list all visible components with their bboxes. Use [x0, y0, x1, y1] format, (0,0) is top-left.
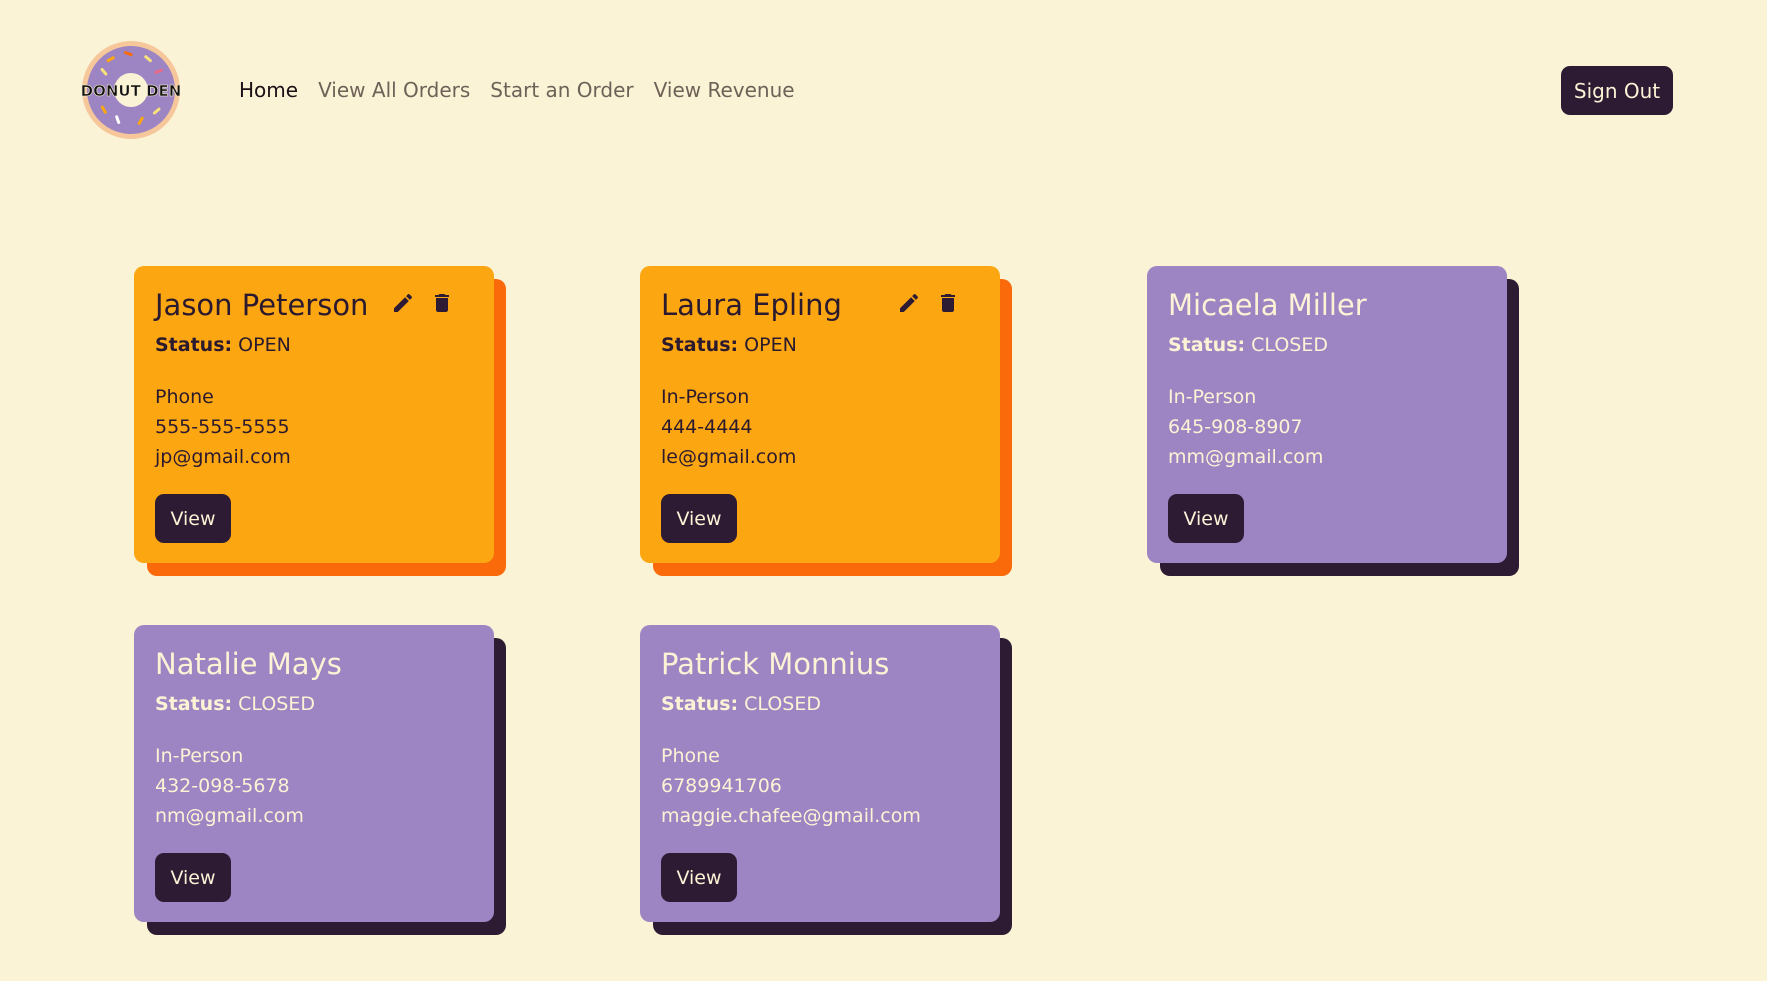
customer-email: maggie.chafee@gmail.com — [661, 805, 921, 827]
nav-view-revenue[interactable]: View Revenue — [654, 78, 795, 102]
order-card: Jason Peterson Status: OPEN Phone 555-55… — [134, 266, 506, 576]
customer-name: Laura Epling — [661, 288, 842, 322]
trash-icon[interactable] — [936, 291, 960, 315]
customer-name: Patrick Monnius — [661, 647, 890, 681]
customer-phone: 555-555-5555 — [155, 416, 290, 438]
order-type: Phone — [661, 745, 720, 767]
order-card-body: Patrick Monnius Status: CLOSED Phone 678… — [640, 625, 1000, 922]
order-info: Phone 555-555-5555 jp@gmail.com — [155, 382, 473, 472]
order-card: Micaela Miller Status: CLOSED In-Person … — [1147, 266, 1519, 576]
view-button[interactable]: View — [661, 853, 737, 902]
order-type: Phone — [155, 386, 214, 408]
status-label: Status: — [155, 693, 233, 715]
customer-name: Micaela Miller — [1168, 288, 1367, 322]
order-card-body: Micaela Miller Status: CLOSED In-Person … — [1147, 266, 1507, 563]
nav-home[interactable]: Home — [239, 78, 298, 102]
donut-den-logo[interactable]: DONUT DEN — [78, 40, 184, 140]
customer-phone: 645-908-8907 — [1168, 416, 1303, 438]
navbar: DONUT DEN Home View All Orders Start an … — [0, 0, 1767, 180]
status-value: CLOSED — [744, 693, 821, 715]
customer-name: Jason Peterson — [155, 288, 369, 322]
order-info: Phone 6789941706 maggie.chafee@gmail.com — [661, 741, 979, 831]
view-button[interactable]: View — [661, 494, 737, 543]
status-value: CLOSED — [1251, 334, 1328, 356]
view-button[interactable]: View — [155, 853, 231, 902]
order-info: In-Person 444-4444 le@gmail.com — [661, 382, 979, 472]
status-label: Status: — [155, 334, 233, 356]
order-status: Status: OPEN — [661, 334, 979, 356]
order-type: In-Person — [155, 745, 244, 767]
status-label: Status: — [1168, 334, 1246, 356]
trash-icon[interactable] — [430, 291, 454, 315]
status-value: OPEN — [744, 334, 797, 356]
customer-phone: 444-4444 — [661, 416, 753, 438]
nav-start-an-order[interactable]: Start an Order — [490, 78, 633, 102]
order-info: In-Person 432-098-5678 nm@gmail.com — [155, 741, 473, 831]
order-status: Status: CLOSED — [155, 693, 473, 715]
pencil-icon[interactable] — [897, 291, 921, 315]
view-button[interactable]: View — [155, 494, 231, 543]
status-label: Status: — [661, 693, 739, 715]
order-type: In-Person — [661, 386, 750, 408]
order-status: Status: CLOSED — [1168, 334, 1486, 356]
status-label: Status: — [661, 334, 739, 356]
pencil-icon[interactable] — [391, 291, 415, 315]
order-info: In-Person 645-908-8907 mm@gmail.com — [1168, 382, 1486, 472]
order-card: Natalie Mays Status: CLOSED In-Person 43… — [134, 625, 506, 935]
order-card-body: Natalie Mays Status: CLOSED In-Person 43… — [134, 625, 494, 922]
nav-links: Home View All Orders Start an Order View… — [239, 78, 795, 102]
order-card: Patrick Monnius Status: CLOSED Phone 678… — [640, 625, 1012, 935]
status-value: OPEN — [238, 334, 291, 356]
order-status: Status: OPEN — [155, 334, 473, 356]
logo-text: DONUT DEN — [81, 82, 182, 100]
customer-name: Natalie Mays — [155, 647, 342, 681]
customer-email: le@gmail.com — [661, 446, 797, 468]
order-status: Status: CLOSED — [661, 693, 979, 715]
order-card-body: Laura Epling Status: OPEN In-Person 444-… — [640, 266, 1000, 563]
customer-email: nm@gmail.com — [155, 805, 304, 827]
customer-email: jp@gmail.com — [155, 446, 291, 468]
order-type: In-Person — [1168, 386, 1257, 408]
view-button[interactable]: View — [1168, 494, 1244, 543]
status-value: CLOSED — [238, 693, 315, 715]
order-card: Laura Epling Status: OPEN In-Person 444-… — [640, 266, 1012, 576]
order-card-body: Jason Peterson Status: OPEN Phone 555-55… — [134, 266, 494, 563]
sign-out-button[interactable]: Sign Out — [1561, 66, 1673, 115]
customer-phone: 432-098-5678 — [155, 775, 290, 797]
customer-email: mm@gmail.com — [1168, 446, 1324, 468]
customer-phone: 6789941706 — [661, 775, 782, 797]
nav-view-all-orders[interactable]: View All Orders — [318, 78, 470, 102]
